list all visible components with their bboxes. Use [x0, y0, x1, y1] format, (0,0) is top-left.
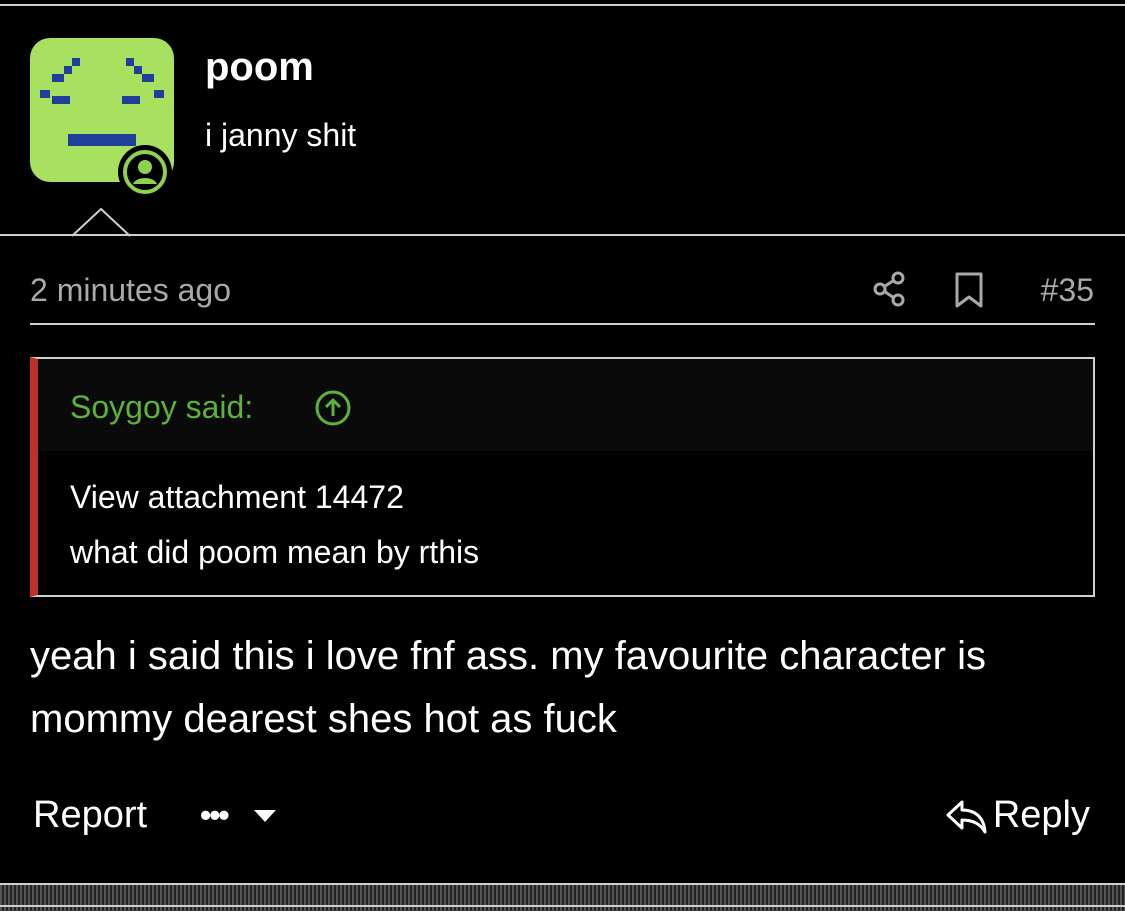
arrow-up-circle-icon[interactable]: [314, 389, 352, 427]
avatar-pixel: [134, 66, 142, 74]
report-button[interactable]: Report: [33, 794, 147, 837]
avatar-pixel: [122, 96, 140, 104]
avatar-pixel: [64, 66, 72, 74]
chevron-down-icon[interactable]: [252, 808, 278, 824]
post-timestamp[interactable]: 2 minutes ago: [30, 272, 231, 309]
bookmark-icon[interactable]: [954, 271, 984, 309]
avatar-pixel: [52, 96, 70, 104]
top-divider: [0, 4, 1125, 6]
avatar-pixel: [40, 90, 50, 98]
reply-button[interactable]: Reply: [993, 794, 1090, 837]
quote-author-link[interactable]: Soygoy said:: [70, 389, 253, 426]
more-options-button[interactable]: •••: [200, 797, 230, 834]
avatar-pixel: [52, 74, 64, 82]
online-badge: [118, 145, 172, 199]
share-icon[interactable]: [872, 271, 906, 307]
avatar-pixel: [72, 58, 80, 66]
post-number-link[interactable]: #35: [1041, 272, 1094, 309]
avatar-mouth: [68, 134, 136, 146]
header-pointer: [72, 207, 131, 237]
user-title: i janny shit: [205, 117, 357, 153]
quote-block: Soygoy said: View attachment 14472 what …: [30, 357, 1095, 597]
avatar-pixel: [142, 74, 154, 82]
post-body: yeah i said this i love fnf ass. my favo…: [30, 634, 986, 741]
quote-text: what did poom mean by rthis: [70, 534, 480, 570]
avatar-pixel: [126, 58, 134, 66]
avatar-pixel: [154, 90, 164, 98]
meta-divider: [30, 323, 1095, 325]
bottom-separator: [0, 883, 1125, 911]
user-circle-icon: [123, 150, 167, 194]
username[interactable]: poom: [205, 45, 314, 90]
quote-attachment-link[interactable]: View attachment 14472: [70, 479, 404, 516]
reply-icon[interactable]: [944, 798, 988, 836]
quote-header: Soygoy said:: [38, 359, 1093, 451]
header-divider: [0, 234, 1125, 236]
